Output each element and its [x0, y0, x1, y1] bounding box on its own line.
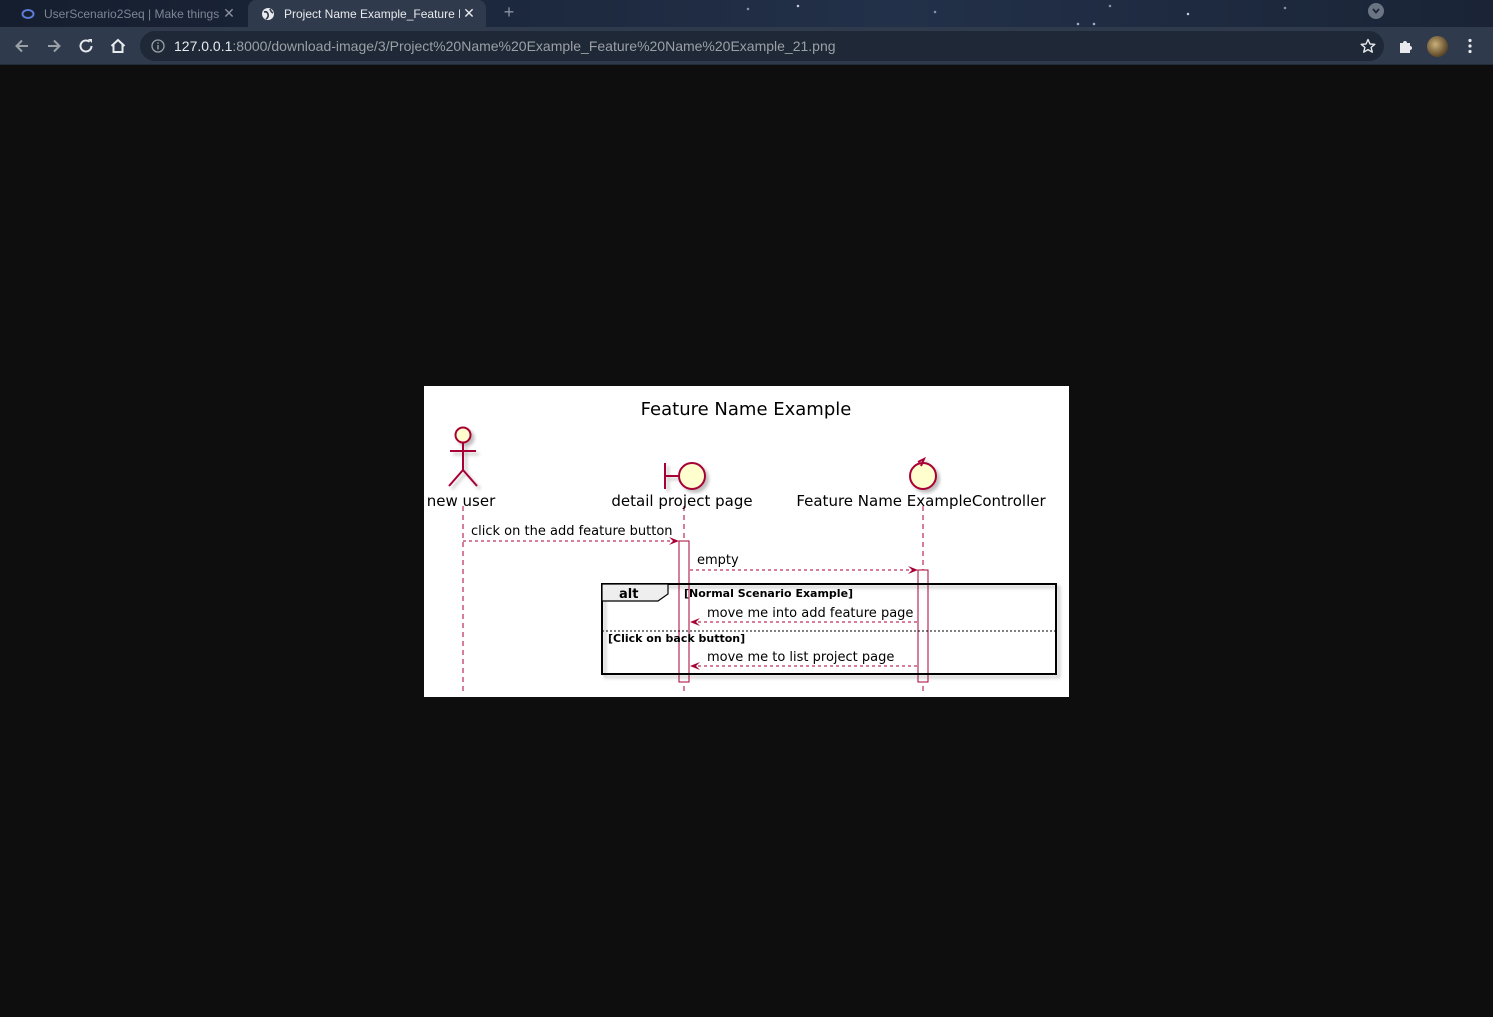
activation-bar: [678, 540, 690, 683]
menu-button[interactable]: [1459, 35, 1481, 57]
tab-search-button[interactable]: [1368, 3, 1384, 19]
tab-image[interactable]: Project Name Example_Feature Name Exampl…: [248, 0, 486, 27]
url-host: 127.0.0.1: [174, 38, 233, 54]
address-bar[interactable]: 127.0.0.1:8000/download-image/3/Project%…: [140, 31, 1384, 61]
profile-avatar[interactable]: [1427, 36, 1448, 57]
url-text[interactable]: 127.0.0.1:8000/download-image/3/Project%…: [174, 38, 836, 54]
browser-toolbar: 127.0.0.1:8000/download-image/3/Project%…: [0, 27, 1493, 65]
forward-button[interactable]: [43, 35, 65, 57]
message-label: move me to list project page: [707, 650, 894, 665]
boundary-icon: [664, 462, 706, 490]
extensions-button[interactable]: [1395, 35, 1417, 57]
star-icon[interactable]: [1360, 38, 1376, 54]
alt-keyword: alt: [619, 587, 638, 602]
participant-label: Feature Name ExampleController: [796, 492, 1046, 510]
reload-button[interactable]: [75, 35, 97, 57]
participant-label: detail project page: [611, 492, 752, 510]
back-button[interactable]: [11, 35, 33, 57]
tab-title: Project Name Example_Feature Name Exampl…: [284, 6, 460, 21]
arrow-right-icon: [48, 39, 61, 53]
alt-guard: [Normal Scenario Example]: [684, 587, 853, 600]
message-label: click on the add feature button: [471, 524, 673, 539]
tab-strip: UserScenario2Seq | Make things ✕ Project…: [0, 0, 1493, 27]
home-button[interactable]: [107, 35, 129, 57]
url-path: :8000/download-image/3/Project%20Name%20…: [232, 38, 836, 54]
sequence-diagram-image: Feature Name Example new user detail pro…: [424, 386, 1069, 697]
message-label: empty: [697, 553, 739, 568]
globe-icon: [260, 6, 276, 22]
chevron-down-icon: [1372, 8, 1380, 14]
new-tab-button[interactable]: +: [499, 2, 519, 22]
info-icon[interactable]: [150, 38, 166, 54]
alt-guard: [Click on back button]: [608, 632, 745, 645]
arrow-left-icon: [15, 39, 28, 53]
participant-label: new user: [427, 492, 496, 510]
close-icon[interactable]: ✕: [220, 5, 238, 23]
diagram-title: Feature Name Example: [641, 399, 852, 420]
more-vert-icon: [1468, 38, 1472, 54]
home-icon: [110, 38, 126, 53]
google-cloud-icon: [20, 6, 36, 22]
message-label: move me into add feature page: [707, 606, 913, 621]
tab-title: UserScenario2Seq | Make things: [44, 6, 220, 21]
sequence-diagram: Feature Name Example new user detail pro…: [427, 399, 1057, 692]
tab-userscenario2seq[interactable]: UserScenario2Seq | Make things ✕: [8, 0, 246, 27]
close-icon[interactable]: ✕: [460, 5, 478, 23]
activation-bar: [917, 569, 929, 683]
puzzle-icon: [1400, 41, 1412, 53]
control-icon: [909, 456, 937, 490]
actor-icon: [448, 426, 478, 487]
reload-icon: [79, 39, 93, 53]
